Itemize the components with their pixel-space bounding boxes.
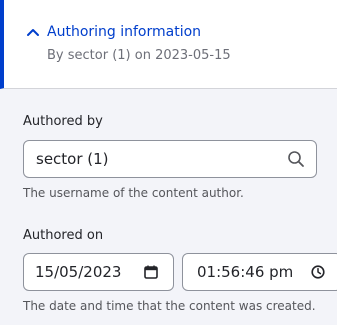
authored-by-input[interactable]: sector (1)	[23, 140, 317, 178]
authoring-information-summary: By sector (1) on 2023-05-15	[47, 48, 231, 63]
clock-icon[interactable]	[311, 265, 325, 279]
authoring-information-toggle[interactable]: Authoring information By sector (1) on 2…	[0, 0, 337, 89]
search-icon	[288, 151, 304, 167]
authored-on-date-value: 15/05/2023	[35, 263, 122, 281]
authored-on-time-input[interactable]: 01:56:46 pm	[182, 253, 337, 291]
calendar-icon[interactable]	[144, 265, 158, 279]
authoring-information-panel: Authoring information By sector (1) on 2…	[0, 0, 337, 325]
authored-on-label: Authored on	[23, 228, 104, 243]
authored-on-date-input[interactable]: 15/05/2023	[23, 253, 174, 291]
authored-by-description: The username of the content author.	[23, 186, 244, 200]
authored-by-label: Authored by	[23, 114, 103, 129]
authored-on-time-value: 01:56:46 pm	[197, 263, 294, 281]
authored-on-description: The date and time that the content was c…	[23, 299, 316, 313]
chevron-up-icon	[27, 29, 39, 36]
authoring-information-title: Authoring information	[47, 24, 202, 40]
authored-by-value: sector (1)	[36, 150, 109, 168]
